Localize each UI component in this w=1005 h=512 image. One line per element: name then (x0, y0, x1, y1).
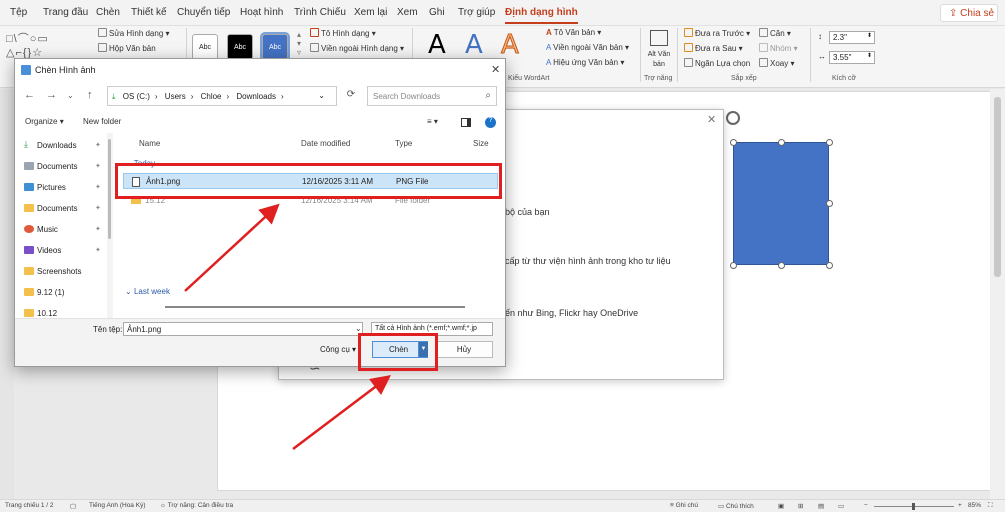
zoom-out-icon[interactable]: − (864, 502, 868, 509)
accessibility-icon: ☼ (160, 502, 168, 509)
annotation-arrows (184, 203, 391, 450)
accessibility-label: Trợ năng: Cân điều tra (167, 502, 234, 509)
notes-button[interactable]: ≡ Ghi chú (670, 502, 698, 509)
comments-label: Chú thích (725, 503, 754, 510)
status-bar: Trang chiếu 1 / 2 ▢ Tiếng Anh (Hoa Kỳ) ☼… (0, 499, 1005, 512)
slideshow-icon[interactable]: ▭ (838, 502, 844, 510)
zoom-slider-thumb[interactable] (912, 503, 915, 510)
zoom-level[interactable]: 85% (968, 502, 981, 509)
comment-icon: ▭ (718, 503, 726, 510)
notes-label: Ghi chú (675, 502, 699, 509)
zoom-in-icon[interactable]: + (958, 502, 962, 509)
language-status[interactable]: Tiếng Anh (Hoa Kỳ) (89, 502, 145, 509)
slide-counter: Trang chiếu 1 / 2 (5, 502, 54, 509)
slide-sorter-icon[interactable]: ⊞ (798, 502, 803, 510)
arrow-to-file (184, 203, 280, 292)
reading-view-icon[interactable]: ▤ (818, 502, 824, 510)
spellcheck-icon[interactable]: ▢ (70, 502, 76, 510)
fit-slide-icon[interactable]: ⛶ (988, 502, 993, 510)
arrow-to-insert-button (292, 374, 391, 450)
comments-button[interactable]: ▭ Chú thích (718, 502, 754, 510)
normal-view-icon[interactable]: ▣ (778, 502, 784, 510)
accessibility-status[interactable]: ☼ Trợ năng: Cân điều tra (160, 502, 233, 509)
